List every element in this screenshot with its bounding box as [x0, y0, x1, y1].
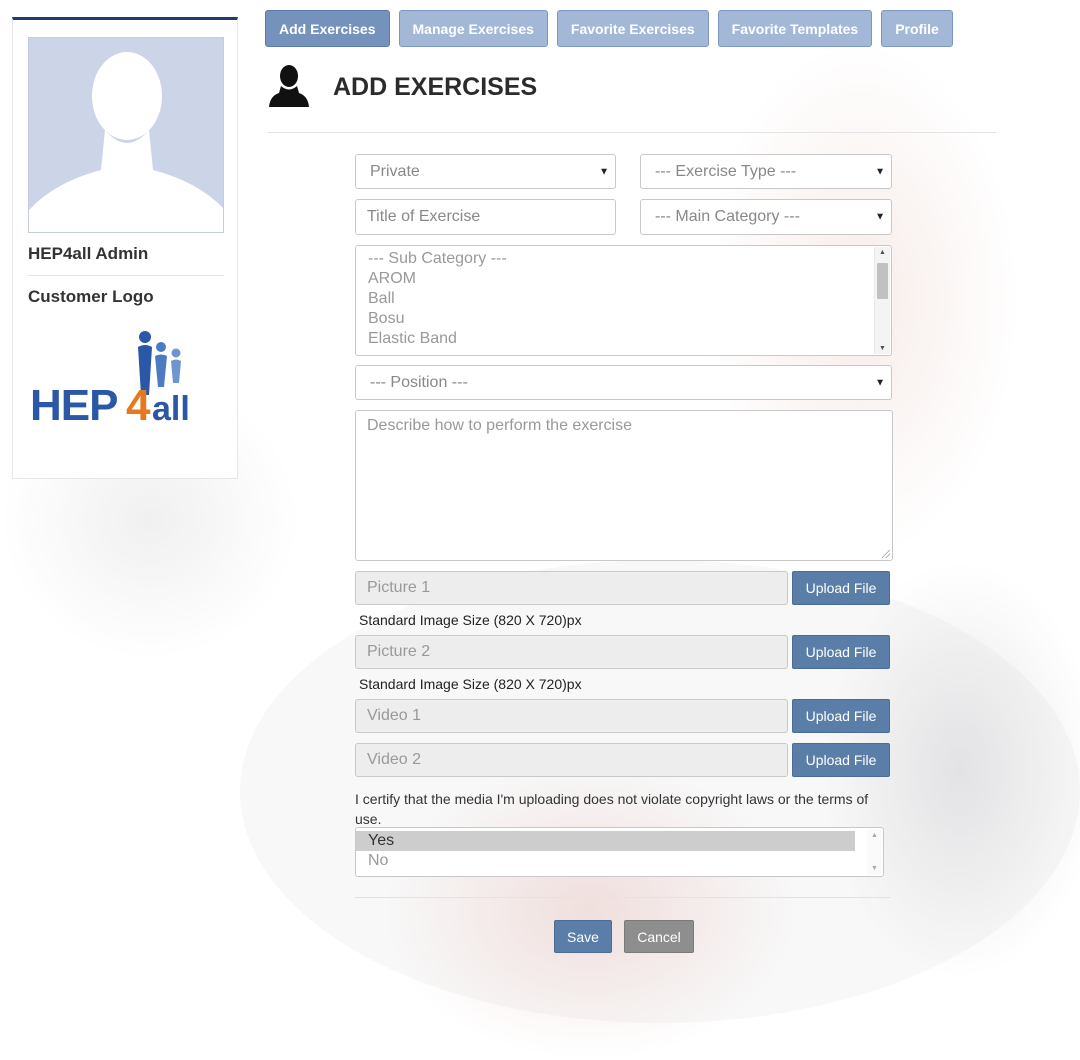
certify-select[interactable]: Yes No ▲ ▼: [355, 827, 884, 877]
video-1-placeholder: Video 1: [367, 707, 421, 724]
dropdown-caret-icon: ▼: [875, 377, 885, 388]
nav-favorite-exercises[interactable]: Favorite Exercises: [556, 10, 709, 47]
main-category-select[interactable]: --- Main Category --- ▼: [640, 199, 892, 235]
svg-text:4: 4: [126, 381, 151, 430]
scrollbar[interactable]: ▲ ▼: [874, 247, 890, 354]
svg-text:HEP: HEP: [30, 381, 117, 430]
list-item[interactable]: --- Sub Category ---: [356, 249, 891, 269]
divider: [28, 275, 224, 276]
divider: [355, 897, 891, 898]
picture-2-field[interactable]: Picture 2: [355, 635, 788, 669]
list-item[interactable]: Bosu: [356, 309, 891, 329]
nav-profile[interactable]: Profile: [881, 10, 953, 47]
customer-logo: HEP 4 all: [28, 325, 224, 445]
cancel-button[interactable]: Cancel: [624, 920, 694, 953]
svg-text:all: all: [152, 390, 190, 428]
list-item[interactable]: Ball: [356, 289, 891, 309]
dropdown-caret-icon: ▼: [599, 166, 609, 177]
resize-handle-icon[interactable]: [882, 550, 890, 558]
title-of-exercise-input[interactable]: Title of Exercise: [355, 199, 616, 235]
avatar-placeholder-icon: [29, 52, 223, 232]
top-nav: Add Exercises Manage Exercises Favorite …: [265, 10, 953, 47]
video-2-field[interactable]: Video 2: [355, 743, 788, 777]
dropdown-caret-icon: ▼: [875, 166, 885, 177]
scroll-up-icon[interactable]: ▲: [867, 832, 882, 839]
main-category-select-value: --- Main Category ---: [655, 208, 800, 225]
visibility-select[interactable]: Private ▼: [355, 154, 616, 189]
divider: [268, 132, 996, 133]
customer-logo-heading: Customer Logo: [28, 287, 154, 306]
list-item[interactable]: AROM: [356, 269, 891, 289]
scrollbar-thumb[interactable]: [877, 263, 888, 299]
description-textarea[interactable]: Describe how to perform the exercise: [355, 410, 893, 561]
video-2-upload-button[interactable]: Upload File: [792, 743, 890, 777]
description-placeholder: Describe how to perform the exercise: [367, 417, 632, 434]
picture-1-placeholder: Picture 1: [367, 579, 431, 596]
certify-option-no[interactable]: No: [356, 851, 883, 871]
exercise-type-select-value: --- Exercise Type ---: [655, 162, 797, 180]
scroll-down-icon[interactable]: ▼: [875, 345, 890, 352]
scroll-down-icon[interactable]: ▼: [867, 865, 882, 872]
exercise-type-select[interactable]: --- Exercise Type --- ▼: [640, 154, 892, 189]
nav-manage-exercises[interactable]: Manage Exercises: [398, 10, 548, 47]
page-title: ADD EXERCISES: [333, 73, 538, 101]
nav-add-exercises[interactable]: Add Exercises: [265, 10, 390, 47]
sidebar-profile-card: HEP4all Admin Customer Logo HEP 4 all: [12, 17, 238, 479]
video-1-field[interactable]: Video 1: [355, 699, 788, 733]
user-silhouette-icon: [268, 63, 310, 114]
picture-1-upload-button[interactable]: Upload File: [792, 571, 890, 605]
list-item[interactable]: Elastic Band: [356, 329, 891, 349]
scrollbar[interactable]: ▲ ▼: [867, 829, 882, 875]
sub-category-list[interactable]: --- Sub Category --- AROM Ball Bosu Elas…: [355, 245, 892, 356]
dropdown-caret-icon: ▼: [875, 211, 885, 223]
picture-2-size-note: Standard Image Size (820 X 720)px: [359, 676, 582, 692]
visibility-select-value: Private: [370, 162, 420, 180]
title-input-placeholder: Title of Exercise: [367, 208, 481, 225]
video-1-upload-button[interactable]: Upload File: [792, 699, 890, 733]
picture-2-placeholder: Picture 2: [367, 643, 431, 660]
video-2-placeholder: Video 2: [367, 751, 421, 768]
certify-option-yes[interactable]: Yes: [356, 831, 855, 851]
picture-1-size-note: Standard Image Size (820 X 720)px: [359, 612, 582, 628]
user-name: HEP4all Admin: [28, 244, 149, 263]
avatar: [28, 37, 224, 233]
scroll-up-icon[interactable]: ▲: [875, 249, 890, 256]
nav-favorite-templates[interactable]: Favorite Templates: [717, 10, 873, 47]
certify-text: I certify that the media I'm uploading d…: [355, 791, 869, 827]
picture-2-upload-button[interactable]: Upload File: [792, 635, 890, 669]
position-select[interactable]: --- Position --- ▼: [355, 365, 892, 400]
save-button[interactable]: Save: [554, 920, 612, 953]
position-select-value: --- Position ---: [370, 373, 468, 391]
picture-1-field[interactable]: Picture 1: [355, 571, 788, 605]
